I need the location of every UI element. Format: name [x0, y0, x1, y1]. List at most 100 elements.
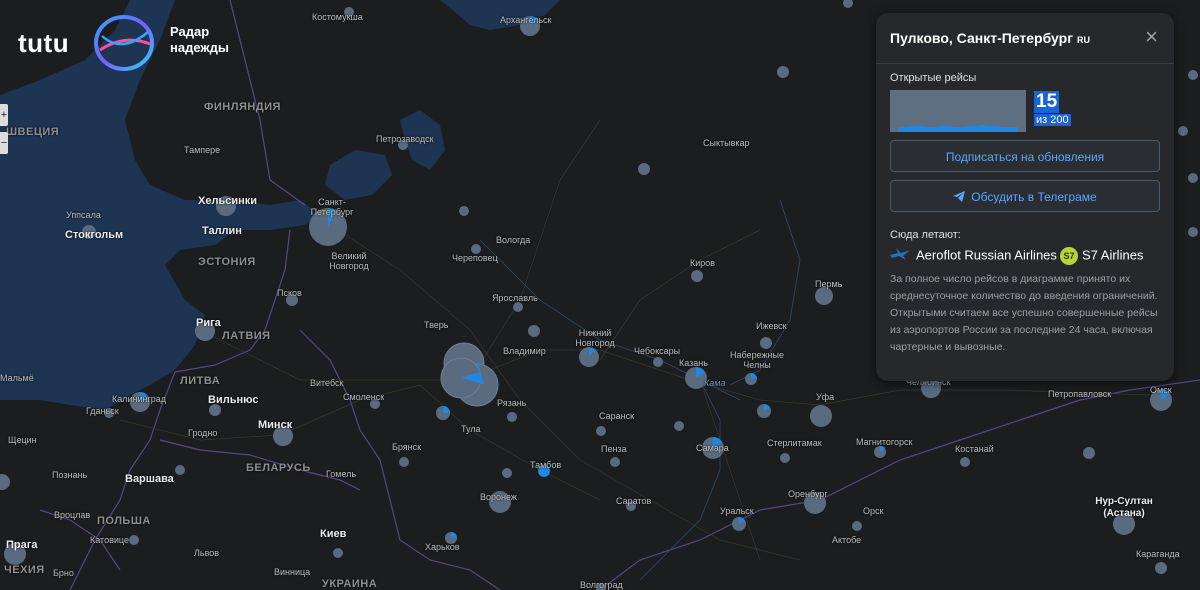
city-label: Киев	[320, 528, 347, 540]
city-label: Катовице	[90, 535, 129, 545]
city-label: Петропавловск	[1048, 389, 1112, 399]
river-label: Кама	[704, 378, 726, 388]
city-label: Тампере	[184, 145, 221, 155]
airline-aeroflot: Aeroflot Russian Airlines	[890, 247, 1057, 265]
city-label: Вильнюс	[208, 394, 259, 406]
city-label: Гомель	[326, 469, 357, 479]
city-label: Винница	[274, 567, 311, 577]
airport-title: Пулково, Санкт-Петербург RU	[890, 30, 1090, 46]
city-label: Таллин	[202, 225, 242, 237]
city-label: Ижевск	[756, 321, 787, 331]
city-label: Оренбург	[788, 489, 828, 499]
city-label: Вологда	[496, 235, 531, 245]
city-label: Чебоксары	[634, 346, 681, 356]
city-label: Самара	[696, 443, 729, 453]
city-label: Воронеж	[480, 492, 517, 502]
city-label: Омск	[1150, 385, 1172, 395]
zoom-in-button[interactable]: +	[0, 104, 8, 126]
country-label: ШВЕЦИЯ	[6, 126, 60, 138]
city-label: Витебск	[310, 378, 344, 388]
city-label: Нижний Новгород	[575, 328, 615, 348]
country-label: ПОЛЬША	[97, 515, 151, 527]
city-label: Мальмё	[0, 373, 34, 383]
logo-text: tutu	[18, 28, 70, 58]
city-label: Хельсинки	[198, 195, 257, 207]
city-label: Киров	[690, 258, 716, 268]
open-flights-count: 15	[1034, 91, 1060, 113]
city-label: Караганда	[1136, 549, 1180, 559]
city-label: Рига	[196, 317, 221, 329]
zoom-out-button[interactable]: −	[0, 132, 8, 154]
city-label: Саратов	[616, 496, 652, 506]
city-label: Пермь	[815, 279, 843, 289]
city-label: Смоленск	[343, 392, 385, 402]
city-label: Казань	[679, 358, 708, 368]
city-label: Псков	[277, 288, 302, 298]
city-label: Саранск	[599, 411, 635, 421]
telegram-button[interactable]: Обсудить в Телеграме	[890, 180, 1160, 212]
logo[interactable]: tutu Радар надежды	[18, 14, 248, 74]
airport-name: Пулково, Санкт-Петербург	[890, 30, 1074, 46]
city-label: Познань	[52, 470, 88, 480]
city-label: Брно	[53, 568, 74, 578]
city-label: Петрозаводск	[376, 134, 434, 144]
info-note: За полное число рейсов в диаграмме приня…	[890, 273, 1158, 353]
city-label: Волгоград	[580, 580, 623, 590]
total-flights: из 200	[1034, 114, 1071, 126]
city-label: Стокгольм	[65, 229, 124, 241]
city-label: Стерлитамак	[767, 438, 822, 448]
s7-logo-icon: S7	[1060, 247, 1078, 265]
airline-name: Aeroflot Russian Airlines	[916, 247, 1057, 263]
close-icon[interactable]: ×	[1145, 26, 1158, 48]
city-label: Сыктывкар	[703, 138, 750, 148]
city-label: Тверь	[424, 320, 449, 330]
city-label: Магнитогорск	[856, 437, 913, 447]
city-label: Харьков	[425, 542, 460, 552]
city-label: Тула	[461, 424, 481, 434]
city-label: Минск	[258, 419, 293, 431]
subscribe-button[interactable]: Подписаться на обновления	[890, 140, 1160, 172]
country-label: УКРАИНА	[322, 578, 378, 590]
city-label: Нур-Султан (Астана)	[1095, 496, 1153, 519]
airline-name: S7 Airlines	[1082, 247, 1144, 263]
city-label: Ярославль	[492, 293, 538, 303]
airline-s7: S7 S7 Airlines	[1060, 247, 1143, 265]
city-label: Львов	[194, 548, 220, 558]
panel-header: Пулково, Санкт-Петербург RU ×	[876, 13, 1174, 64]
city-label: Щецин	[8, 435, 37, 445]
city-label: Санкт-Петербург	[310, 197, 354, 217]
telegram-plane-icon	[953, 182, 966, 214]
country-label: ЭСТОНИЯ	[198, 256, 256, 268]
country-code: RU	[1077, 35, 1091, 45]
city-label: Набережные Челны	[730, 350, 784, 370]
city-label: Уфа	[816, 392, 835, 402]
city-label: Калининград	[112, 394, 167, 404]
city-label: Актобе	[832, 535, 862, 545]
city-label: Гродно	[188, 428, 218, 438]
open-flights-label: Открытые рейсы	[890, 72, 977, 84]
city-label: Владимир	[503, 346, 546, 356]
radar-logo-icon	[94, 15, 154, 71]
city-label: Костомукша	[312, 12, 363, 22]
city-label: Пенза	[601, 444, 627, 454]
telegram-button-label: Обсудить в Телеграме	[971, 190, 1097, 204]
city-label: Уральск	[720, 506, 754, 516]
city-label: Костанай	[955, 444, 994, 454]
city-label: Прага	[6, 539, 38, 551]
country-label: ЛАТВИЯ	[222, 330, 271, 342]
country-label: ЛИТВА	[180, 375, 221, 387]
logo-tagline: Радар надежды	[170, 24, 229, 55]
airport-info-panel: Пулково, Санкт-Петербург RU × Открытые ре…	[876, 13, 1174, 381]
city-label: Орск	[863, 506, 884, 516]
city-label: Рязань	[497, 398, 527, 408]
country-label: БЕЛАРУСЬ	[246, 462, 311, 474]
country-label: ЧЕХИЯ	[4, 564, 45, 576]
aeroflot-logo-icon	[890, 247, 912, 265]
flights-sparkline	[890, 90, 1026, 132]
city-label: Великий Новгород	[329, 251, 369, 271]
country-label: ФИНЛЯНДИЯ	[204, 101, 281, 113]
flying-here-label: Сюда летают:	[890, 229, 961, 241]
city-label: Гданьск	[86, 406, 119, 416]
city-label: Вроцлав	[54, 510, 91, 520]
city-label: Тамбов	[530, 460, 562, 470]
